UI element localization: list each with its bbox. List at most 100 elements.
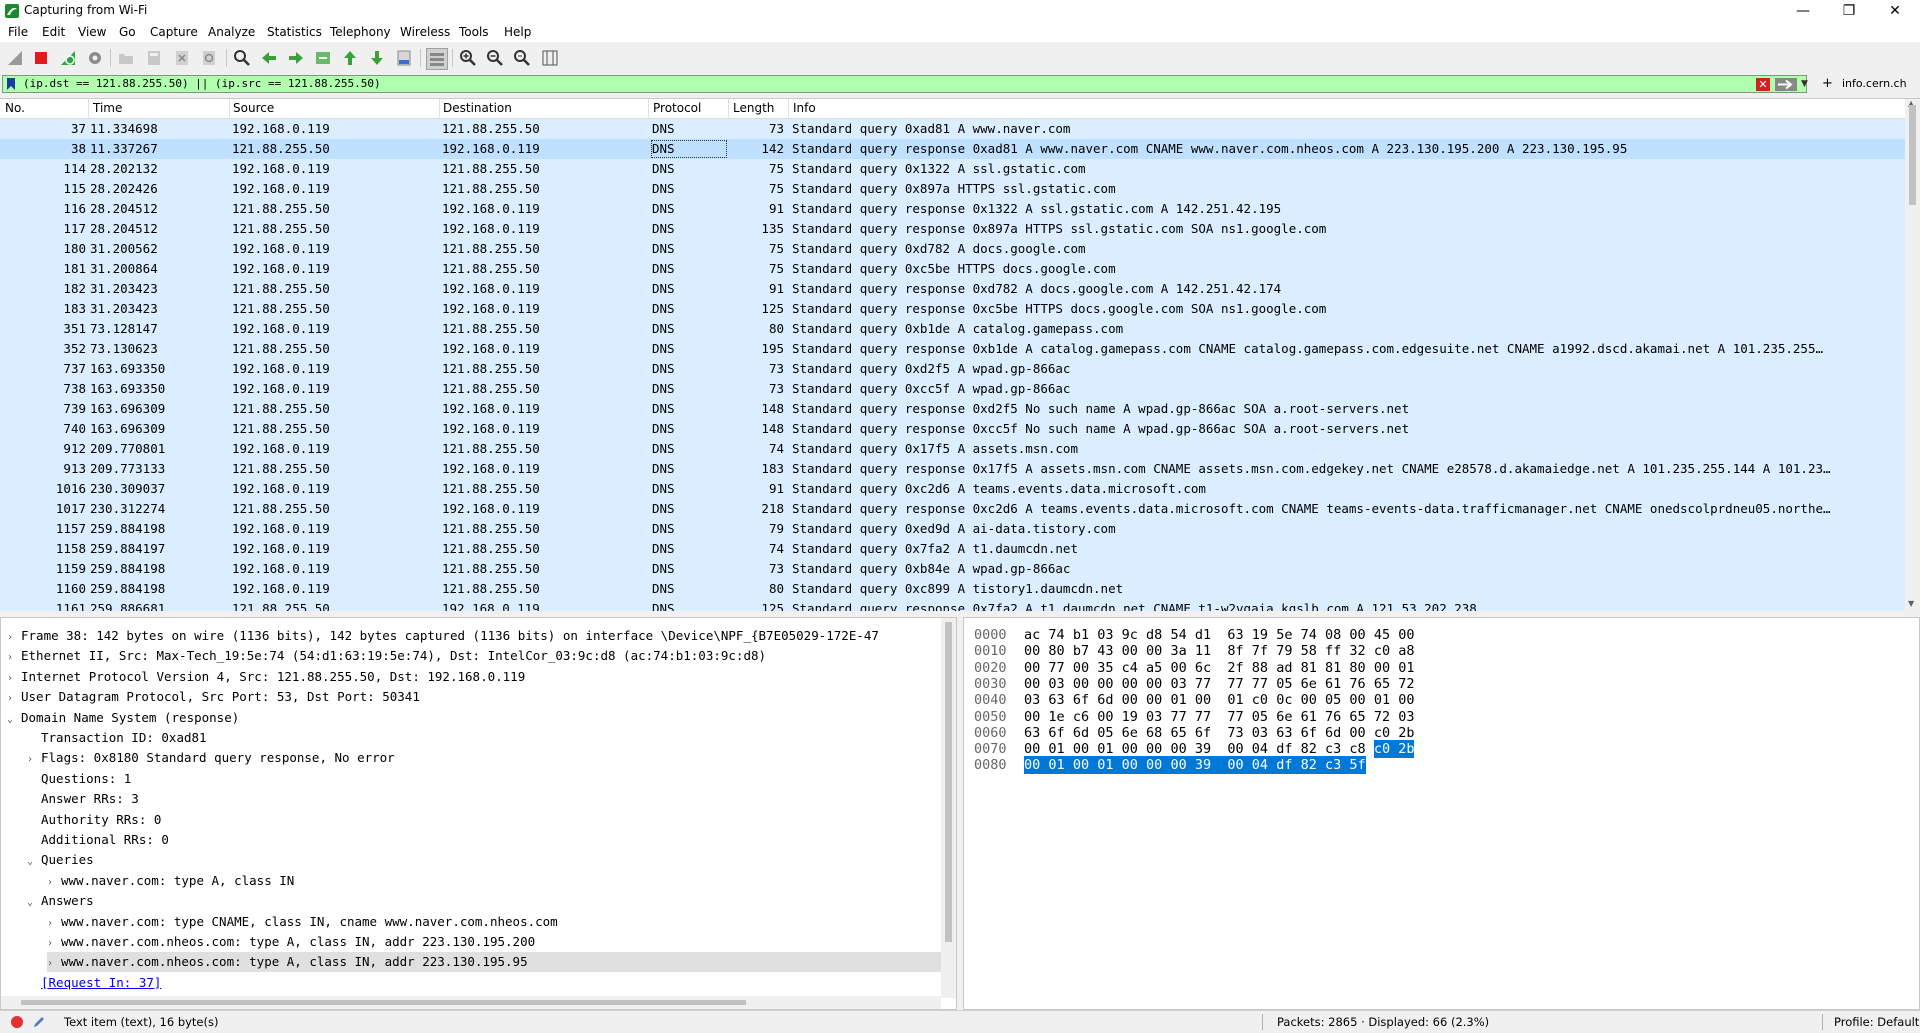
hex-byte[interactable]: 76 [1325,708,1341,726]
hex-byte[interactable]: 00 [1024,659,1040,677]
hex-byte[interactable]: 03 [1252,724,1268,742]
hex-byte[interactable]: 61 [1325,675,1341,693]
hex-byte[interactable]: 8f [1227,642,1243,660]
packet-row[interactable]: 912 209.770801 192.168.0.119 121.88.255.50 D… [0,439,1905,459]
menu-statistics[interactable]: Statistics [267,25,322,39]
tree-item[interactable]: › Ethernet II, Src: Max-Tech_19:5e:74 (54… [7,646,766,666]
hex-byte[interactable]: 00 [1024,756,1041,775]
hex-byte[interactable]: 77 [1170,708,1186,726]
packet-row[interactable]: 1157 259.884198 192.168.0.119 121.88.255.50… [0,519,1905,539]
hex-byte[interactable]: 82 [1300,756,1317,775]
hex-byte[interactable]: 74 [1048,626,1064,644]
save-file-icon[interactable] [144,48,164,68]
hex-byte[interactable]: 6f [1195,724,1211,742]
go-first-icon[interactable] [340,48,360,68]
hex-byte[interactable]: 04 [1252,740,1268,758]
reload-icon[interactable] [199,48,219,68]
tree-item[interactable]: › www.naver.com.nheos.com: type A, class … [47,952,941,973]
expand-arrow-icon[interactable]: › [47,914,61,934]
packet-list-scroll-thumb[interactable] [1909,105,1916,205]
hex-byte[interactable]: 00 [1374,659,1390,677]
tree-item[interactable]: Questions: 1 [27,769,131,789]
expand-arrow-icon[interactable]: › [7,648,21,668]
hex-byte[interactable]: df [1276,756,1293,775]
hex-byte[interactable]: 77 [1195,675,1211,693]
bytes-row[interactable]: 0080 00 01 00 01 00 00 00 39 00 04 df 82 … [974,756,1366,775]
hex-byte[interactable]: 2b [1398,724,1414,742]
filter-history-dropdown-icon[interactable]: ▼ [1801,79,1808,89]
hex-byte[interactable]: 68 [1146,724,1162,742]
hex-byte[interactable]: 03 [1146,708,1162,726]
tree-item[interactable]: [Request In: 37] [27,973,161,993]
hex-byte[interactable]: c3 [1325,756,1342,775]
hex-byte[interactable]: 63 [1048,691,1064,709]
hex-byte[interactable]: 00 [1170,659,1186,677]
hex-byte[interactable]: 32 [1349,642,1365,660]
hex-byte[interactable]: 7f [1252,642,1268,660]
column-header-source[interactable]: Source [233,101,274,115]
hex-byte[interactable]: 00 [1349,724,1365,742]
hex-byte[interactable]: 61 [1301,708,1317,726]
tree-item[interactable]: ⌄ Queries [27,850,94,870]
packet-row[interactable]: 116 28.204512 121.88.255.50 192.168.0.119 DN… [0,199,1905,219]
find-packet-icon[interactable] [232,48,252,68]
hex-byte[interactable]: 5e [1276,626,1292,644]
hex-byte[interactable]: 58 [1301,642,1317,660]
menu-file[interactable]: File [8,25,28,39]
column-header-no[interactable]: No. [5,101,25,115]
collapse-arrow-icon[interactable]: ⌄ [27,852,41,872]
minimize-button[interactable]: — [1780,0,1826,22]
packet-row[interactable]: 913 209.773133 121.88.255.50 192.168.0.119 D… [0,459,1905,479]
hex-byte[interactable]: 01 [1048,756,1065,775]
hex-byte[interactable]: 88 [1252,659,1268,677]
hex-byte[interactable]: 77 [1252,675,1268,693]
hex-byte[interactable]: 3a [1170,642,1186,660]
hex-byte[interactable]: 00 [1122,642,1138,660]
hex-byte[interactable]: 03 [1170,675,1186,693]
status-profile[interactable]: Profile: Default [1834,1015,1919,1029]
hex-byte[interactable]: 00 [1195,691,1211,709]
hex-byte[interactable]: 79 [1276,642,1292,660]
hex-byte[interactable]: 19 [1122,708,1138,726]
hex-byte[interactable]: 6e [1301,675,1317,693]
zoom-in-icon[interactable] [458,48,478,68]
hex-byte[interactable]: 54 [1170,626,1186,644]
menu-view[interactable]: View [78,25,106,39]
menu-go[interactable]: Go [119,25,136,39]
hex-byte[interactable]: 43 [1097,642,1113,660]
hex-byte[interactable]: 0c [1276,691,1292,709]
hex-byte[interactable]: c3 [1325,740,1341,758]
hex-byte[interactable]: 77 [1227,675,1243,693]
packet-row[interactable]: 738 163.693350 192.168.0.119 121.88.255.50 D… [0,379,1905,399]
hex-byte[interactable]: 00 [1024,642,1040,660]
packet-row[interactable]: 1158 259.884197 192.168.0.119 121.88.255.50… [0,539,1905,559]
hex-byte[interactable]: 2b [1398,740,1415,759]
hex-byte[interactable]: d8 [1146,626,1162,644]
hex-byte[interactable]: 00 [1072,756,1090,775]
hex-byte[interactable]: 00 [1122,691,1138,709]
auto-scroll-icon[interactable] [394,48,414,68]
hex-byte[interactable]: df [1276,740,1292,758]
hex-byte[interactable]: 11 [1195,642,1211,660]
tree-item[interactable]: › Flags: 0x8180 Standard query response, … [27,748,395,768]
hex-byte[interactable]: 03 [1097,626,1113,644]
hex-byte[interactable]: ac [1024,626,1040,644]
apply-filter-icon[interactable] [1775,78,1797,91]
hex-byte[interactable]: 00 [1024,740,1040,758]
tree-item[interactable]: Additional RRs: 0 [27,830,169,850]
hex-byte[interactable]: 63 [1276,724,1292,742]
open-file-icon[interactable] [116,48,136,68]
hex-byte[interactable]: 00 [1146,691,1162,709]
hex-byte[interactable]: 05 [1276,675,1292,693]
hex-byte[interactable]: 01 [1097,756,1114,775]
hex-byte[interactable]: 01 [1374,691,1390,709]
details-hscroll-thumb[interactable] [21,1000,746,1005]
hex-byte[interactable]: 81 [1301,659,1317,677]
hex-byte[interactable]: 77 [1048,659,1064,677]
display-filter-input[interactable]: (ip.dst == 121.88.255.50) || (ip.src == … [2,75,1808,93]
hex-byte[interactable]: 6f [1073,691,1089,709]
hex-byte[interactable]: 77 [1227,708,1243,726]
bytes-row[interactable]: 0000 ac 74 b1 03 9c d8 54 d1 63 19 5e 74 … [974,626,1414,644]
tree-item[interactable]: › Frame 38: 142 bytes on wire (1136 bits)… [7,626,879,646]
hex-byte[interactable]: 03 [1048,675,1064,693]
